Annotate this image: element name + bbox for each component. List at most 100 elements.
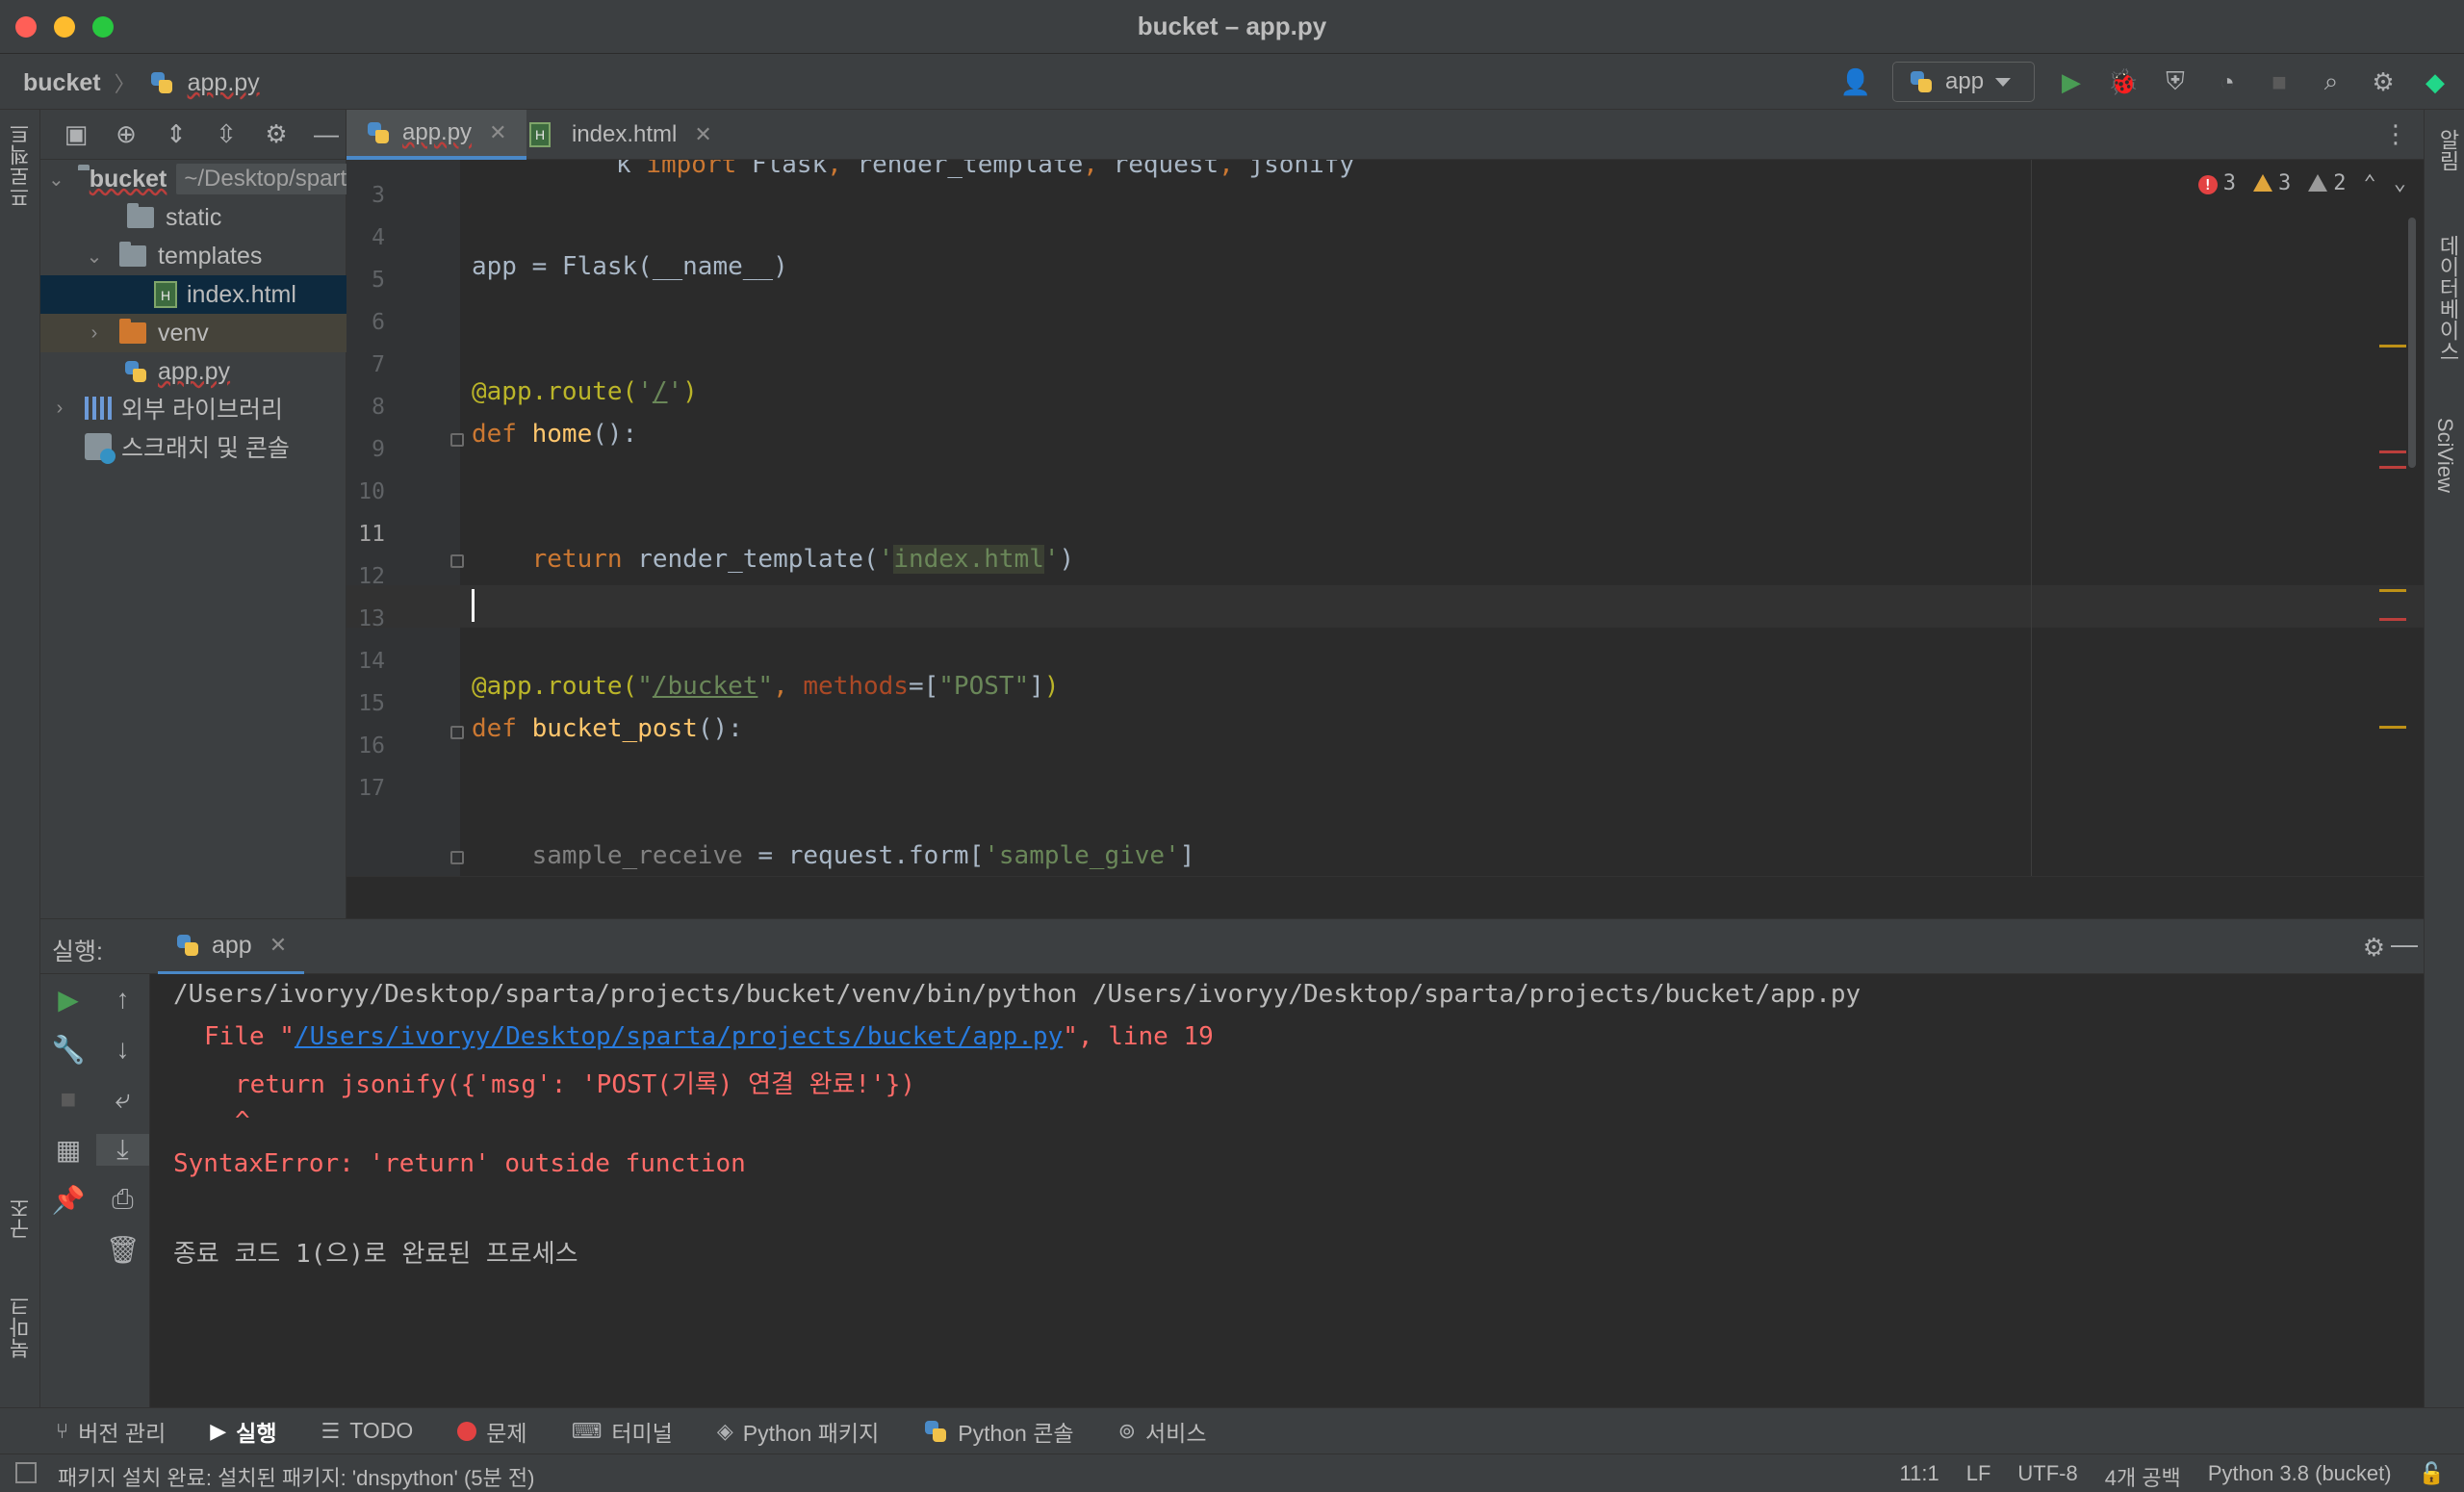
hide-panel-icon[interactable]: — (312, 119, 341, 149)
stop-icon[interactable]: ■ (2264, 66, 2295, 97)
fold-marker-icon[interactable] (450, 554, 464, 568)
console-file-link[interactable]: /Users/ivoryy/Desktop/sparta/projects/bu… (295, 1022, 1063, 1051)
tool-version-control[interactable]: ⑂ 버전 관리 (56, 1415, 166, 1448)
layout-icon[interactable]: ▦ (40, 1134, 96, 1166)
coverage-icon[interactable]: ⛨ (2160, 66, 2191, 97)
search-icon[interactable]: ⌕ (2316, 66, 2347, 97)
project-view-icon[interactable]: ▣ (62, 119, 90, 149)
chevron-right-icon[interactable]: › (48, 398, 71, 420)
fold-marker-icon[interactable] (450, 851, 464, 864)
tree-item-venv[interactable]: › venv (40, 314, 346, 352)
up-arrow-icon[interactable]: ↑ (96, 984, 149, 1015)
project-tool-button[interactable]: 프로젝트 (6, 123, 37, 208)
structure-tool-button[interactable]: 구조 (6, 1197, 37, 1240)
previous-highlight-icon[interactable]: ⌃ (2364, 171, 2376, 195)
trash-icon[interactable]: 🗑 (96, 1234, 149, 1266)
profile-icon[interactable]: ◔ (2212, 66, 2243, 97)
hide-panel-icon[interactable]: — (2391, 929, 2418, 960)
line-separator[interactable]: LF (1966, 1461, 1991, 1492)
notifications-tool-button[interactable]: 알림 (2432, 129, 2463, 171)
tree-item-static[interactable]: static (40, 198, 346, 237)
expand-all-icon[interactable]: ⇕ (162, 119, 191, 149)
toggle-tool-windows-icon[interactable] (15, 1462, 37, 1483)
lock-icon[interactable]: 🔓 (2419, 1461, 2445, 1492)
rerun-icon[interactable]: ▶ (40, 984, 96, 1016)
chevron-down-icon[interactable]: ⌄ (48, 167, 64, 192)
close-tab-icon[interactable]: ✕ (270, 933, 287, 958)
run-icon[interactable]: ▶ (2056, 66, 2087, 97)
tool-problems[interactable]: 문제 (457, 1415, 527, 1448)
status-message[interactable]: 패키지 설치 완료: 설치된 패키지: 'dnspython' (5분 전) (58, 1461, 534, 1492)
close-tab-icon[interactable]: ✕ (489, 120, 506, 145)
chevron-down-icon[interactable]: ⌄ (83, 244, 106, 269)
line-number: 6 (372, 310, 385, 335)
run-console[interactable]: /Users/ivoryy/Desktop/sparta/projects/bu… (150, 974, 2424, 1407)
settings-gear-icon[interactable]: ⚙ (2368, 66, 2399, 97)
print-icon[interactable]: ⎙ (96, 1184, 149, 1216)
caret-position[interactable]: 11:1 (1900, 1461, 1939, 1492)
tree-item-label: templates (158, 242, 263, 270)
tool-services[interactable]: ⊚ 서비스 (1118, 1415, 1207, 1448)
code-editor[interactable]: 2 3 4 5 6 7 8 9 10 11 12 13 14 15 16 17 k import Flask,… (346, 160, 2424, 876)
run-tab-app[interactable]: app ✕ (158, 919, 305, 975)
library-icon (85, 397, 112, 420)
file-encoding[interactable]: UTF-8 (2017, 1461, 2077, 1492)
breadcrumb: bucket 〉 app.py (23, 67, 260, 98)
more-options-icon[interactable]: ⋮ (2383, 119, 2408, 149)
breadcrumb-file[interactable]: app.py (188, 69, 260, 97)
collapse-all-icon[interactable]: ⇳ (212, 119, 241, 149)
tab-app-py[interactable]: app.py ✕ (346, 110, 526, 160)
run-tab-label: app (212, 931, 252, 959)
sciview-tool-button[interactable]: SciView (2432, 418, 2457, 493)
tree-item-app-py[interactable]: app.py (40, 352, 346, 391)
account-icon[interactable]: 👤 (1840, 66, 1871, 97)
next-highlight-icon[interactable]: ⌄ (2394, 171, 2406, 195)
tool-run[interactable]: ▶ 실행 (210, 1415, 276, 1448)
line-number: 16 (358, 733, 385, 759)
fold-marker-icon[interactable] (450, 433, 464, 447)
warning-stripe-mark[interactable] (2379, 589, 2406, 592)
run-configuration-select[interactable]: app (1892, 62, 2035, 102)
debug-icon[interactable]: 🐞 (2108, 66, 2139, 97)
tree-item-external-libraries[interactable]: › 외부 라이브러리 (40, 389, 346, 427)
indent-setting[interactable]: 4개 공백 (2105, 1461, 2181, 1492)
error-stripe-mark[interactable] (2379, 466, 2406, 469)
tree-item-scratches[interactable]: 스크래치 및 콘솔 (40, 427, 346, 466)
tree-item-templates[interactable]: ⌄ templates (40, 237, 346, 275)
inspection-widget[interactable]: ! 3 3 2 ⌃ ⌄ (2197, 171, 2406, 195)
horizontal-scrollbar[interactable] (346, 876, 2424, 918)
pin-icon[interactable]: 📌 (40, 1184, 96, 1216)
warning-stripe-mark[interactable] (2379, 345, 2406, 347)
error-stripe-mark[interactable] (2379, 618, 2406, 621)
line-number: 14 (358, 649, 385, 674)
tool-python-console[interactable]: Python 콘솔 (923, 1415, 1074, 1448)
jetbrains-logo-icon[interactable]: ◆ (2420, 66, 2451, 97)
stop-icon[interactable]: ■ (40, 1084, 96, 1115)
navbar-actions: 👤 app ▶ 🐞 ⛨ ◔ ■ ⌕ ⚙ ◆ (1840, 62, 2451, 102)
tool-todo[interactable]: ☰ TODO (321, 1418, 413, 1444)
tool-python-packages[interactable]: ◈ Python 패키지 (717, 1415, 879, 1448)
scroll-to-end-icon[interactable]: ⤓ (96, 1134, 149, 1166)
bookmarks-tool-button[interactable]: 북마크 (6, 1296, 37, 1359)
tool-terminal[interactable]: ⌨ 터미널 (572, 1415, 673, 1448)
vertical-scrollbar[interactable] (2408, 218, 2416, 468)
close-tab-icon[interactable]: ✕ (694, 122, 711, 147)
python-interpreter[interactable]: Python 3.8 (bucket) (2208, 1461, 2392, 1492)
down-arrow-icon[interactable]: ↓ (96, 1034, 149, 1065)
line-number: 12 (358, 564, 385, 589)
warning-stripe-mark[interactable] (2379, 726, 2406, 729)
options-gear-icon[interactable]: ⚙ (262, 119, 291, 149)
breadcrumb-project[interactable]: bucket (23, 69, 101, 97)
database-tool-button[interactable]: 데이터베이스 (2432, 235, 2463, 362)
locate-icon[interactable]: ⊕ (112, 119, 141, 149)
tab-index-html[interactable]: H index.html ✕ (510, 110, 732, 160)
tree-item-bucket[interactable]: ⌄ bucket ~/Desktop/sparta/projects/bucke… (40, 160, 529, 198)
fold-marker-icon[interactable] (450, 726, 464, 739)
right-margin-guide (2031, 160, 2032, 876)
chevron-right-icon[interactable]: › (83, 322, 106, 345)
error-stripe-mark[interactable] (2379, 450, 2406, 453)
tree-item-index-html[interactable]: H index.html (40, 275, 346, 314)
edit-config-wrench-icon[interactable]: 🔧 (40, 1034, 96, 1066)
soft-wrap-icon[interactable]: ⤶ (96, 1084, 149, 1116)
run-settings-gear-icon[interactable]: ⚙ (2363, 933, 2385, 963)
